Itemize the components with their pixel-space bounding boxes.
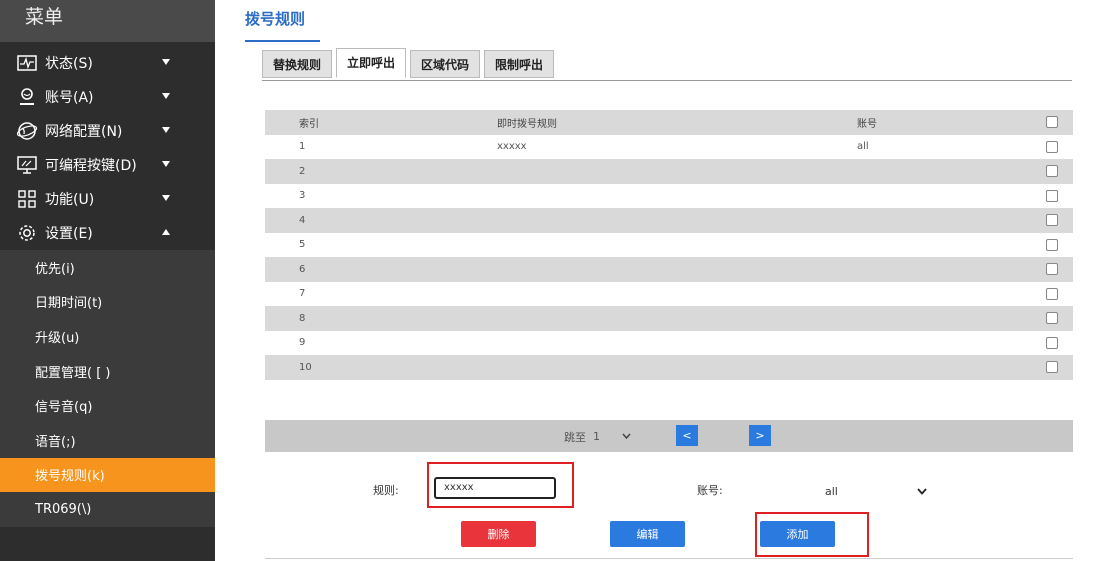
tab-restricted-dial[interactable]: 限制呼出 <box>484 50 555 78</box>
pagination-bar: 跳至 1 < > <box>265 420 1073 452</box>
next-page-button[interactable]: > <box>749 425 771 446</box>
dial-rules-table: 索引 即时拨号规则 账号 1 xxxxx all 2 3 4 5 6 7 8 9… <box>265 110 1073 380</box>
rule-label: 规则: <box>373 484 399 497</box>
submenu-item-datetime[interactable]: 日期时间(t) <box>0 285 215 320</box>
table-row[interactable]: 5 <box>265 232 1073 257</box>
sidebar-item-label: 网络配置(N) <box>45 124 123 140</box>
chevron-down-icon[interactable] <box>162 59 170 65</box>
table-header-row: 索引 即时拨号规则 账号 <box>265 110 1073 135</box>
row-checkbox[interactable] <box>1046 263 1058 275</box>
tab-area-code[interactable]: 区域代码 <box>410 50 481 78</box>
sidebar-item-function[interactable]: 功能(U) <box>0 182 215 216</box>
bottom-divider <box>265 558 1073 559</box>
prev-page-button[interactable]: < <box>676 425 698 446</box>
table-row[interactable]: 4 <box>265 208 1073 233</box>
table-row[interactable]: 10 <box>265 355 1073 380</box>
sidebar-item-account[interactable]: 账号(A) <box>0 80 215 114</box>
row-checkbox[interactable] <box>1046 336 1058 349</box>
row-checkbox[interactable] <box>1046 312 1058 324</box>
row-checkbox[interactable] <box>1046 214 1058 226</box>
sidebar-item-settings[interactable]: 设置(E) <box>0 216 215 250</box>
page-title: 拨号规则 <box>245 10 306 28</box>
grid-icon <box>16 188 38 210</box>
row-index: 8 <box>299 312 306 324</box>
row-checkbox[interactable] <box>1046 238 1058 251</box>
header-account: 账号 <box>857 118 877 130</box>
row-checkbox[interactable] <box>1046 287 1058 300</box>
row-checkbox[interactable] <box>1046 361 1058 373</box>
chevron-down-icon <box>917 487 927 495</box>
sidebar-item-label: 设置(E) <box>45 226 93 242</box>
keyboard-icon <box>16 154 38 176</box>
user-icon <box>16 86 38 108</box>
settings-submenu: 优先(i) 日期时间(t) 升级(u) 配置管理( [ ) 信号音(q) 语音(… <box>0 250 215 527</box>
chevron-down-icon <box>622 433 631 439</box>
chevron-down-icon[interactable] <box>162 127 170 133</box>
tab-immediate-dial[interactable]: 立即呼出 <box>336 48 407 78</box>
sidebar-item-label: 功能(U) <box>45 192 95 208</box>
chevron-down-icon[interactable] <box>162 93 170 99</box>
row-rule: xxxxx <box>497 141 527 153</box>
page-select[interactable]: 1 <box>589 427 635 445</box>
submenu-item-tr069[interactable]: TR069(\) <box>0 492 215 527</box>
menu-title: 菜单 <box>0 0 215 42</box>
table-row[interactable]: 2 <box>265 159 1073 184</box>
header-rule: 即时拨号规则 <box>497 118 557 130</box>
sidebar-item-status[interactable]: 状态(S) <box>0 46 215 80</box>
row-checkbox[interactable] <box>1046 189 1058 202</box>
sidebar: 菜单 状态(S) 账号(A) 网络配置(N) 可编程按键(D) 功能(U) 设置… <box>0 0 215 561</box>
sidebar-item-label: 账号(A) <box>45 90 94 106</box>
edit-button[interactable]: 编辑 <box>610 521 685 547</box>
row-index: 9 <box>299 337 306 349</box>
rule-input[interactable]: xxxxx <box>434 477 556 499</box>
status-monitor-icon <box>16 52 38 74</box>
account-select[interactable]: all <box>815 478 935 504</box>
tab-replace-rules[interactable]: 替换规则 <box>262 50 333 78</box>
table-row[interactable]: 1 xxxxx all <box>265 134 1073 159</box>
chevron-down-icon[interactable] <box>162 195 170 201</box>
select-all-checkbox[interactable] <box>1046 116 1058 128</box>
row-index: 6 <box>299 263 306 275</box>
chevron-up-icon[interactable] <box>162 229 170 235</box>
submenu-item-dial-rules[interactable]: 拨号规则(k) <box>0 457 215 493</box>
row-index: 5 <box>299 239 306 251</box>
add-highlight-box <box>755 512 869 557</box>
chevron-down-icon[interactable] <box>162 161 170 167</box>
row-index: 3 <box>299 190 306 202</box>
row-index: 2 <box>299 165 306 177</box>
header-index: 索引 <box>299 118 319 130</box>
row-account: all <box>857 141 869 153</box>
sidebar-item-programmable-keys[interactable]: 可编程按键(D) <box>0 148 215 182</box>
submenu-item-tones[interactable]: 信号音(q) <box>0 388 215 423</box>
title-underline <box>245 40 320 42</box>
table-row[interactable]: 6 <box>265 257 1073 282</box>
account-select-value: all <box>825 484 838 498</box>
table-row[interactable]: 8 <box>265 306 1073 331</box>
submenu-item-voice[interactable]: 语音(;) <box>0 423 215 458</box>
globe-icon <box>16 120 38 142</box>
submenu-item-upgrade[interactable]: 升级(u) <box>0 319 215 354</box>
tabs-divider <box>262 80 1072 81</box>
table-row[interactable]: 7 <box>265 281 1073 306</box>
row-index: 4 <box>299 214 306 226</box>
account-label: 账号: <box>697 484 723 497</box>
row-checkbox[interactable] <box>1046 165 1058 177</box>
row-index: 1 <box>299 141 306 153</box>
table-row[interactable]: 9 <box>265 330 1073 355</box>
table-row[interactable]: 3 <box>265 183 1073 208</box>
row-index: 7 <box>299 288 306 300</box>
sidebar-item-label: 可编程按键(D) <box>45 158 137 174</box>
gear-icon <box>16 222 38 244</box>
row-checkbox[interactable] <box>1046 140 1058 153</box>
sidebar-item-network[interactable]: 网络配置(N) <box>0 114 215 148</box>
tab-bar: 替换规则 立即呼出 区域代码 限制呼出 <box>262 48 558 78</box>
submenu-item-config-management[interactable]: 配置管理( [ ) <box>0 354 215 389</box>
delete-button[interactable]: 删除 <box>461 521 536 547</box>
page-select-value: 1 <box>593 429 600 443</box>
jump-to-label: 跳至 <box>564 431 586 444</box>
submenu-item-priority[interactable]: 优先(i) <box>0 250 215 285</box>
sidebar-item-label: 状态(S) <box>45 56 93 72</box>
row-index: 10 <box>299 361 312 373</box>
